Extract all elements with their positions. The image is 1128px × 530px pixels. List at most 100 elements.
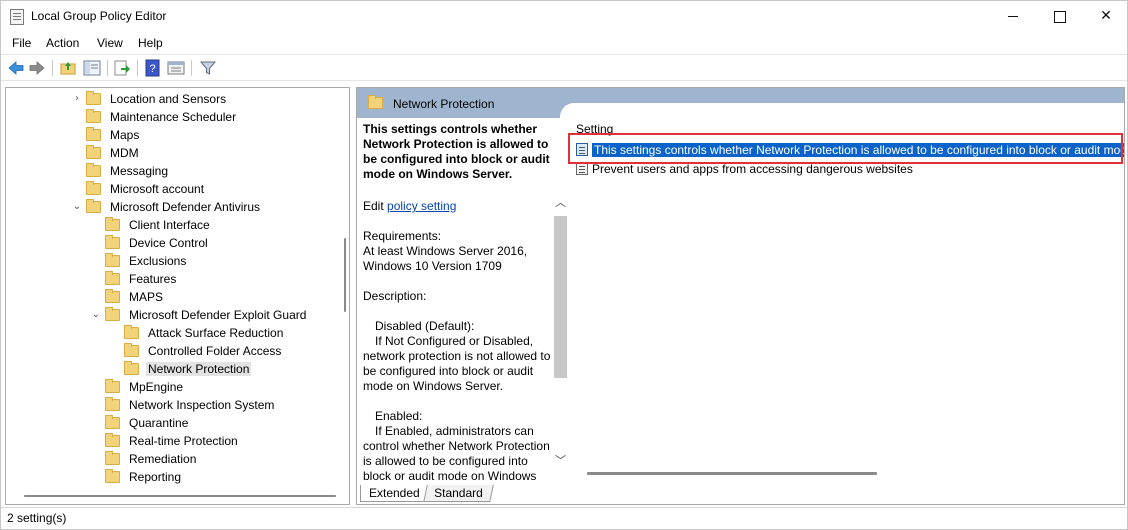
tree-node[interactable]: Client Interface xyxy=(105,216,212,234)
tab-extended[interactable]: Extended xyxy=(360,485,429,502)
toolbar-separator xyxy=(191,60,192,76)
edit-prefix: Edit xyxy=(363,199,384,213)
tree-node[interactable]: Network Protection xyxy=(124,360,252,378)
requirements-label: Requirements: xyxy=(363,229,442,243)
description-scroll-thumb[interactable] xyxy=(554,216,567,378)
tree-node-label: Network Inspection System xyxy=(129,398,275,412)
chevron-down-icon[interactable]: ⌄ xyxy=(72,202,82,212)
tree-node[interactable]: Messaging xyxy=(86,162,170,180)
folder-icon xyxy=(105,433,120,447)
tree-node-label: MAPS xyxy=(129,290,164,304)
tree-node[interactable]: Real-time Protection xyxy=(105,432,240,450)
chevron-down-icon[interactable]: ⌄ xyxy=(91,310,101,320)
tree-node-label: Reporting xyxy=(129,470,182,484)
toolbar-separator xyxy=(107,60,108,76)
tree-node[interactable]: Features xyxy=(105,270,178,288)
status-text: 2 setting(s) xyxy=(7,511,67,525)
show-hide-tree-icon[interactable] xyxy=(83,59,101,77)
app-window: Local Group Policy Editor ✕ File Action … xyxy=(0,0,1128,530)
tree-node-label: MDM xyxy=(110,146,139,160)
tree-node[interactable]: Attack Surface Reduction xyxy=(124,324,285,342)
scroll-up-icon[interactable]: ︿ xyxy=(555,194,566,210)
scroll-down-icon[interactable]: ﹀ xyxy=(555,452,566,468)
folder-icon xyxy=(105,307,120,321)
description-scrollbar[interactable]: ︿ ﹀ xyxy=(553,194,569,469)
back-arrow-icon[interactable] xyxy=(7,59,25,77)
tree-node-label: Exclusions xyxy=(129,254,187,268)
tree-node[interactable]: Quarantine xyxy=(105,414,190,432)
folder-icon xyxy=(105,217,120,231)
tree-horizontal-scrollbar[interactable] xyxy=(6,488,341,504)
folder-icon xyxy=(86,163,101,177)
menu-action[interactable]: Action xyxy=(46,36,79,50)
tree-node[interactable]: Location and Sensors xyxy=(86,90,228,108)
tab-standard-label: Standard xyxy=(434,486,483,500)
policy-tree-pane[interactable]: Location and Sensors › Maintenance Schedul… xyxy=(5,87,350,505)
menu-file[interactable]: File xyxy=(12,36,31,50)
menu-view[interactable]: View xyxy=(97,36,123,50)
setting-description-panel: This settings controls whether Network P… xyxy=(357,118,553,482)
help-icon[interactable]: ? xyxy=(144,59,162,77)
folder-icon xyxy=(105,379,120,393)
tree-node[interactable]: MDM xyxy=(86,144,141,162)
tree-node-label: MpEngine xyxy=(129,380,184,394)
disabled-heading: Disabled (Default): xyxy=(375,319,475,333)
tree-node[interactable]: Microsoft account xyxy=(86,180,206,198)
folder-icon xyxy=(105,289,120,303)
forward-arrow-icon[interactable] xyxy=(28,59,46,77)
tree-node-label: Features xyxy=(129,272,177,286)
list-horizontal-scroll-thumb[interactable] xyxy=(587,472,877,475)
tree-node[interactable]: MAPS xyxy=(105,288,165,306)
toolbar-separator xyxy=(137,60,138,76)
folder-icon xyxy=(86,109,101,123)
tree-node-label: Client Interface xyxy=(129,218,210,232)
tree-node[interactable]: Controlled Folder Access xyxy=(124,342,283,360)
pane-header-curve xyxy=(560,103,1124,118)
tree-node[interactable]: Network Inspection System xyxy=(105,396,276,414)
folder-icon xyxy=(105,469,120,483)
tree-node-label: Maps xyxy=(110,128,140,142)
chevron-right-icon[interactable]: › xyxy=(72,94,82,104)
menu-help[interactable]: Help xyxy=(138,36,163,50)
svg-text:?: ? xyxy=(149,63,155,75)
properties-icon[interactable] xyxy=(167,59,185,77)
window-title: Local Group Policy Editor xyxy=(31,9,167,23)
folder-icon xyxy=(124,325,139,339)
pane-header-title: Network Protection xyxy=(393,97,495,111)
folder-icon xyxy=(124,343,139,357)
tree-node-label: Microsoft Defender Antivirus xyxy=(110,200,261,214)
tree-horizontal-scroll-thumb[interactable] xyxy=(24,495,336,497)
filter-icon[interactable] xyxy=(199,59,217,77)
tree-node[interactable]: Maintenance Scheduler xyxy=(86,108,238,126)
disabled-text: If Not Configured or Disabled, network p… xyxy=(363,334,551,393)
folder-icon xyxy=(86,91,101,105)
tree-node-label: Remediation xyxy=(129,452,197,466)
tree-node[interactable]: Device Control xyxy=(105,234,210,252)
export-list-icon[interactable] xyxy=(113,59,131,77)
up-folder-icon[interactable] xyxy=(59,59,77,77)
tree-node[interactable]: Remediation xyxy=(105,450,198,468)
maximize-button[interactable] xyxy=(1037,1,1083,32)
minimize-button[interactable] xyxy=(991,1,1037,32)
folder-icon xyxy=(105,253,120,267)
folder-icon xyxy=(86,145,101,159)
settings-pane: Network Protection This settings control… xyxy=(356,87,1125,505)
tree-node[interactable]: Maps xyxy=(86,126,141,144)
tree-node-label: Real-time Protection xyxy=(129,434,238,448)
edit-policy-setting-link[interactable]: policy setting xyxy=(387,199,456,213)
folder-icon xyxy=(105,415,120,429)
tab-standard[interactable]: Standard xyxy=(423,485,494,502)
tree-node-label: Device Control xyxy=(129,236,208,250)
folder-icon xyxy=(368,95,383,109)
tree-node[interactable]: Microsoft Defender Antivirus xyxy=(86,198,262,216)
folder-icon xyxy=(105,271,120,285)
tree-node[interactable]: Exclusions xyxy=(105,252,188,270)
tree-vertical-scroll-thumb[interactable] xyxy=(344,238,346,312)
close-button[interactable]: ✕ xyxy=(1083,1,1128,32)
tree-node[interactable]: MpEngine xyxy=(105,378,185,396)
menu-bar: File Action View Help xyxy=(1,32,1127,54)
tree-vertical-scrollbar[interactable] xyxy=(341,88,349,484)
tree-node[interactable]: Microsoft Defender Exploit Guard xyxy=(105,306,308,324)
tree-node[interactable]: Reporting xyxy=(105,468,183,486)
folder-icon xyxy=(86,181,101,195)
